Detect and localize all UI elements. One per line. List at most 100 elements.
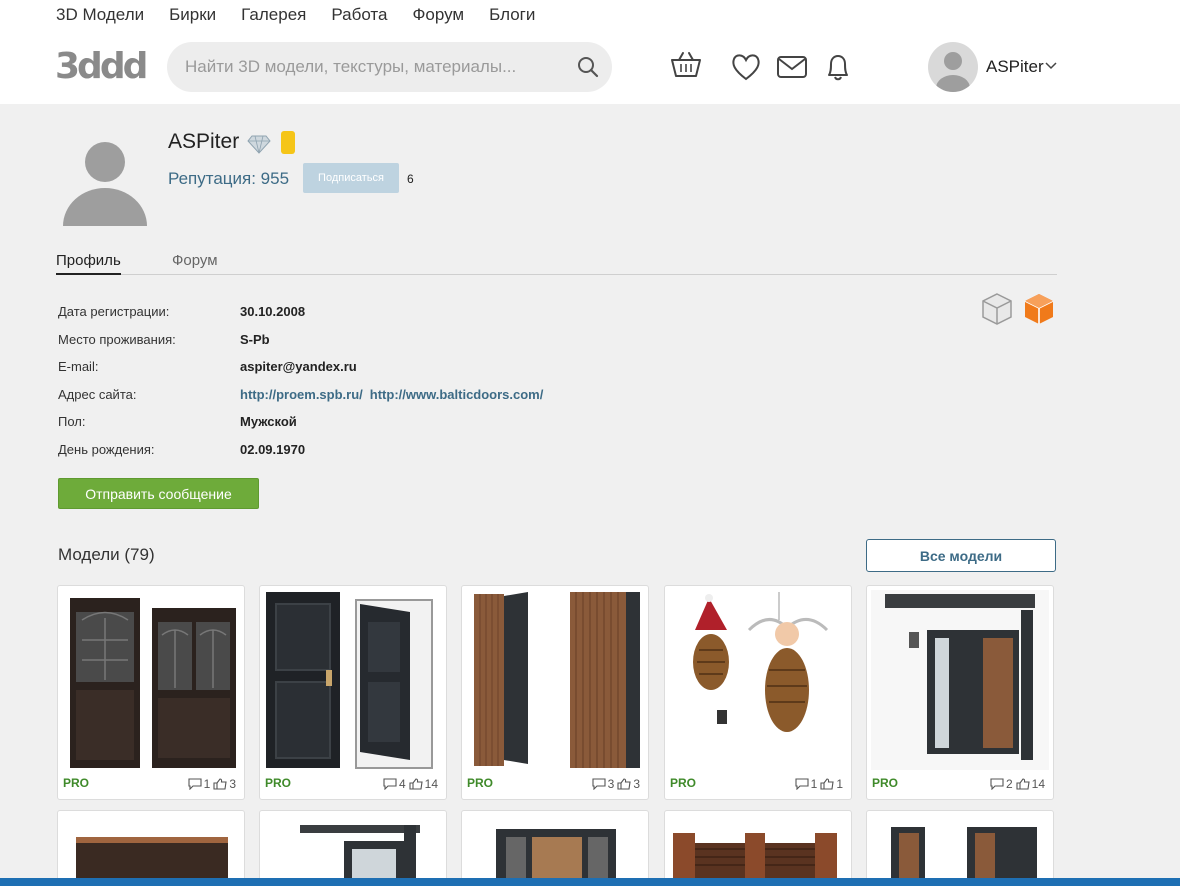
- all-models-button[interactable]: Все модели: [866, 539, 1056, 572]
- info-label: E-mail:: [58, 359, 99, 375]
- profile-avatar: [60, 130, 150, 226]
- nav-gallery[interactable]: Галерея: [241, 5, 306, 25]
- model-card[interactable]: [664, 810, 852, 886]
- info-label: День рождения:: [58, 441, 155, 457]
- model-card[interactable]: [461, 810, 649, 886]
- subscribe-button[interactable]: Подписаться: [303, 163, 399, 193]
- info-row-email: E-mail: aspiter@yandex.ru: [58, 359, 550, 387]
- model-card[interactable]: [866, 810, 1054, 886]
- send-message-button[interactable]: Отправить сообщение: [58, 478, 259, 509]
- header-avatar[interactable]: [928, 42, 978, 92]
- site-link-1[interactable]: http://proem.spb.ru/: [240, 387, 363, 402]
- card-stats: 1 3: [188, 777, 239, 791]
- search-box: [167, 42, 612, 92]
- profile-info: Дата регистрации: 30.10.2008 Место прожи…: [58, 304, 550, 470]
- info-row-registration: Дата регистрации: 30.10.2008: [58, 304, 550, 332]
- model-thumbnail[interactable]: [264, 590, 442, 770]
- info-row-birthday: День рождения: 02.09.1970: [58, 442, 550, 470]
- search-icon[interactable]: [576, 55, 600, 79]
- comment-icon: [990, 778, 1004, 790]
- like-count: 14: [1031, 777, 1045, 791]
- nav-blogs[interactable]: Блоги: [489, 5, 535, 25]
- profile-name: ASPiter: [168, 130, 240, 153]
- tab-forum[interactable]: Форум: [172, 252, 218, 269]
- comment-count: 3: [607, 777, 615, 791]
- nav-jobs[interactable]: Работа: [331, 5, 387, 25]
- like-icon: [409, 778, 423, 790]
- comment-icon: [188, 778, 202, 790]
- info-row-gender: Пол: Мужской: [58, 414, 550, 442]
- info-value: 30.10.2008: [240, 304, 306, 319]
- comment-count: 4: [398, 777, 406, 791]
- mail-icon[interactable]: [775, 50, 809, 84]
- top-nav: 3D Модели Бирки Галерея Работа Форум Бло…: [56, 5, 560, 25]
- model-thumbnail[interactable]: [466, 590, 644, 770]
- card-stats: 2 14: [990, 777, 1048, 791]
- info-label: Дата регистрации:: [58, 304, 170, 319]
- pro-badge: PRO: [467, 776, 494, 790]
- model-card[interactable]: PRO 4 14: [259, 585, 447, 800]
- model-thumbnail[interactable]: [871, 815, 1049, 886]
- model-thumbnail[interactable]: [871, 590, 1049, 770]
- info-value: aspiter@yandex.ru: [240, 359, 357, 375]
- header-username[interactable]: ASPiter: [986, 57, 1044, 77]
- nav-forum[interactable]: Форум: [412, 5, 464, 25]
- basket-icon[interactable]: [669, 50, 703, 84]
- info-value: S-Pb: [240, 331, 270, 347]
- chevron-down-icon[interactable]: [1045, 62, 1057, 70]
- os-taskbar: [0, 878, 1180, 886]
- nav-3d-models[interactable]: 3D Модели: [56, 5, 144, 25]
- model-card[interactable]: PRO 1 3: [57, 585, 245, 800]
- comment-icon: [795, 778, 809, 790]
- like-icon: [213, 778, 227, 790]
- comment-count: 2: [1005, 777, 1013, 791]
- profile-tabs: Профиль Форум: [56, 250, 1057, 275]
- card-stats: 4 14: [383, 777, 441, 791]
- site-link-2[interactable]: http://www.balticdoors.com/: [370, 387, 544, 402]
- like-icon: [820, 778, 834, 790]
- like-count: 3: [633, 777, 640, 791]
- info-label: Адрес сайта:: [58, 386, 137, 402]
- info-row-site: Адрес сайта: http://proem.spb.ru/ http:/…: [58, 387, 550, 415]
- model-thumbnail[interactable]: [264, 815, 442, 886]
- model-thumbnail[interactable]: [669, 815, 847, 886]
- info-label: Пол:: [58, 414, 86, 430]
- cube-gray-icon: [982, 293, 1012, 325]
- card-stats: 3 3: [592, 777, 643, 791]
- model-thumbnail[interactable]: [669, 590, 847, 770]
- like-count: 14: [424, 777, 438, 791]
- search-input[interactable]: [185, 42, 565, 92]
- tab-profile[interactable]: Профиль: [56, 252, 121, 275]
- pro-badge: PRO: [63, 776, 90, 790]
- info-label: Место проживания:: [58, 331, 176, 347]
- site-logo[interactable]: 3ddd: [55, 46, 148, 87]
- gold-badge-icon: [281, 131, 295, 154]
- bell-icon[interactable]: [821, 50, 855, 84]
- comment-icon: [383, 778, 397, 790]
- info-value: Мужской: [240, 414, 297, 430]
- model-card[interactable]: PRO 1 1: [664, 585, 852, 800]
- site-header: 3D Модели Бирки Галерея Работа Форум Бло…: [0, 0, 1180, 104]
- info-value: 02.09.1970: [240, 441, 306, 457]
- cube-orange-icon: [1024, 294, 1054, 324]
- diamond-icon: [247, 135, 271, 154]
- model-card[interactable]: [57, 810, 245, 886]
- like-icon: [617, 778, 631, 790]
- like-count: 1: [836, 777, 843, 791]
- pro-badge: PRO: [265, 776, 292, 790]
- subscribers-count: 6: [407, 172, 414, 186]
- model-thumbnail[interactable]: [466, 815, 644, 886]
- model-card[interactable]: PRO 2 14: [866, 585, 1054, 800]
- model-card[interactable]: [259, 810, 447, 886]
- reputation: Репутация: 955: [168, 169, 290, 188]
- like-icon: [1016, 778, 1030, 790]
- comment-icon: [592, 778, 606, 790]
- like-count: 3: [229, 777, 236, 791]
- nav-tags[interactable]: Бирки: [169, 5, 216, 25]
- model-thumbnail[interactable]: [62, 590, 240, 770]
- model-card[interactable]: PRO 3 3: [461, 585, 649, 800]
- pro-badge: PRO: [872, 776, 899, 790]
- comment-count: 1: [203, 777, 211, 791]
- model-thumbnail[interactable]: [62, 815, 240, 886]
- heart-icon[interactable]: [729, 50, 763, 84]
